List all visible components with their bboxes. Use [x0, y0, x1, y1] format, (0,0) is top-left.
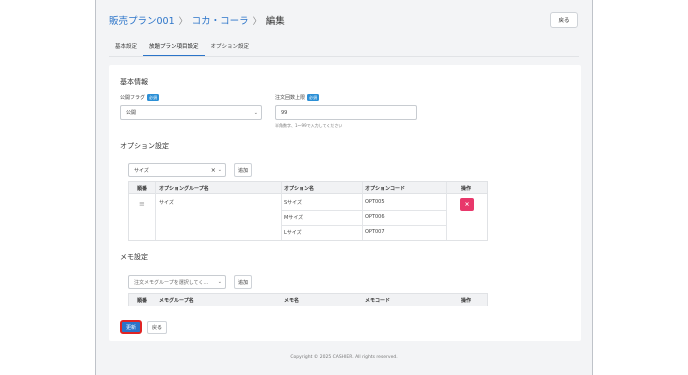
option-group-select[interactable]: サイズ × ⌄	[128, 163, 226, 177]
memo-table-header: 順番 メモグループ名 メモ名 メモコード 操作	[129, 294, 487, 306]
column-divider	[281, 182, 282, 240]
col-group-name: オプショングループ名	[159, 185, 209, 192]
column-divider	[446, 182, 447, 240]
public-flag-label: 公開フラグ 必須	[120, 94, 160, 101]
col-memo-name: メモ名	[284, 297, 300, 304]
public-flag-value: 公開	[126, 110, 137, 116]
option-group-name-cell: サイズ	[159, 200, 174, 206]
memo-group-select[interactable]: 注文メモグループを選択してく… ⌄	[128, 275, 226, 289]
delete-button[interactable]: ×	[460, 198, 474, 211]
column-divider	[155, 182, 156, 240]
back-button[interactable]: 戻る	[147, 321, 167, 334]
row-divider	[281, 225, 446, 226]
col-option-name: オプション名	[284, 185, 315, 192]
col-order: 順番	[137, 297, 148, 304]
tab-divider	[109, 56, 579, 57]
order-limit-label-text: 注文回数上限	[275, 95, 306, 101]
section-title-memo: メモ設定	[120, 253, 148, 261]
required-badge: 必須	[307, 94, 320, 101]
breadcrumb-chevron-icon: 〉	[252, 16, 262, 27]
order-limit-hint: 半角数字、1〜99で入力してください	[275, 123, 343, 128]
col-memo-group-name: メモグループ名	[159, 297, 194, 304]
tab-plan-item-settings[interactable]: 放題プラン項目設定	[143, 40, 205, 56]
update-button[interactable]: 更新	[120, 320, 142, 334]
section-title-options: オプション設定	[120, 142, 169, 150]
row-divider	[281, 210, 446, 211]
breadcrumb-current: 編集	[265, 16, 285, 27]
option-name-cell: Mサイズ	[284, 215, 304, 221]
breadcrumb-item-link[interactable]: コカ・コーラ	[192, 13, 249, 27]
option-group-value: サイズ	[134, 167, 149, 174]
col-actions: 操作	[461, 297, 472, 304]
section-title-basic: 基本情報	[120, 78, 148, 86]
chevron-down-icon: ⌄	[253, 109, 258, 116]
col-memo-code: メモコード	[365, 297, 391, 304]
tab-bar: 基本設定 放題プラン項目設定 オプション設定	[109, 40, 255, 56]
col-option-code: オプションコード	[365, 185, 406, 192]
option-code-cell: OPT005	[365, 199, 385, 205]
order-limit-input[interactable]: 99	[275, 105, 417, 120]
clear-icon[interactable]: ×	[211, 167, 216, 174]
breadcrumb-plan-link[interactable]: 販売プラン001	[109, 13, 175, 27]
add-option-button[interactable]: 追加	[234, 163, 252, 177]
breadcrumb-chevron-icon: 〉	[178, 16, 188, 27]
required-badge: 必須	[147, 94, 160, 101]
option-table-header: 順番 オプショングループ名 オプション名 オプションコード 操作	[129, 182, 487, 194]
public-flag-label-text: 公開フラグ	[120, 95, 146, 101]
column-divider	[362, 182, 363, 240]
chevron-down-icon: ⌄	[217, 167, 222, 173]
footer-copyright: Copyright © 2025 CASHIER. All rights res…	[290, 355, 398, 360]
option-select-controls: × ⌄	[211, 167, 222, 174]
back-button-top[interactable]: 戻る	[550, 12, 578, 28]
tab-option-settings[interactable]: オプション設定	[205, 40, 256, 56]
public-flag-select[interactable]: 公開 ⌄	[120, 105, 262, 120]
add-memo-button[interactable]: 追加	[234, 275, 252, 289]
app-frame: 販売プラン001 〉 コカ・コーラ 〉 編集 戻る 基本設定 放題プラン項目設定…	[95, 0, 593, 375]
chevron-down-icon: ⌄	[217, 279, 222, 285]
col-order: 順番	[137, 185, 148, 192]
form-card: 基本情報 公開フラグ 必須 公開 ⌄ 注文回数上限 必須 99 半角数字、1〜9…	[109, 65, 581, 341]
memo-group-placeholder: 注文メモグループを選択してく…	[134, 279, 209, 286]
col-actions: 操作	[461, 185, 472, 192]
option-name-cell: Sサイズ	[284, 200, 303, 206]
option-table: 順番 オプショングループ名 オプション名 オプションコード 操作 ≡ サイズ S…	[128, 181, 488, 241]
option-code-cell: OPT006	[365, 214, 385, 220]
tab-basic-settings[interactable]: 基本設定	[109, 40, 143, 56]
drag-handle-icon[interactable]: ≡	[139, 200, 145, 208]
breadcrumb: 販売プラン001 〉 コカ・コーラ 〉 編集	[109, 13, 285, 27]
order-limit-label: 注文回数上限 必須	[275, 94, 320, 101]
option-name-cell: Lサイズ	[284, 230, 302, 236]
option-code-cell: OPT007	[365, 229, 385, 235]
memo-table: 順番 メモグループ名 メモ名 メモコード 操作	[128, 293, 488, 306]
